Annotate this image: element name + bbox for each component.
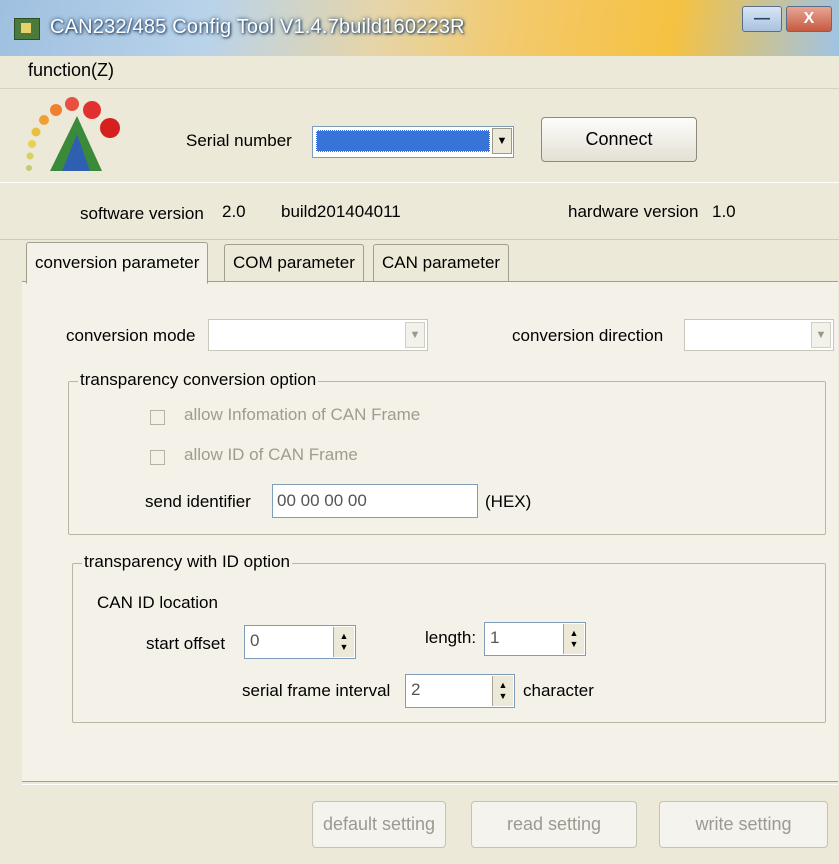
conversion-mode-label: conversion mode bbox=[66, 326, 196, 345]
serial-number-select[interactable]: ▼ bbox=[312, 126, 514, 158]
hardware-version-label: hardware version bbox=[568, 202, 699, 221]
software-build-value: build201404011 bbox=[281, 202, 401, 221]
tab-com-parameter[interactable]: COM parameter bbox=[224, 244, 364, 281]
send-identifier-input[interactable]: 00 00 00 00 bbox=[272, 484, 478, 518]
serial-number-selection bbox=[316, 130, 490, 152]
start-offset-value: 0 bbox=[250, 631, 260, 650]
conversion-mode-select[interactable]: ▼ bbox=[208, 319, 428, 351]
tab-conversion-parameter[interactable]: conversion parameter bbox=[26, 242, 209, 284]
chevron-down-icon[interactable]: ▼ bbox=[492, 128, 512, 154]
serial-frame-interval-label: serial frame interval bbox=[242, 681, 391, 700]
chevron-down-icon[interactable]: ▼ bbox=[405, 322, 425, 348]
serial-frame-interval-value: 2 bbox=[411, 680, 421, 699]
allow-info-label: allow Infomation of CAN Frame bbox=[184, 405, 421, 424]
length-label: length: bbox=[425, 628, 477, 647]
software-version-value: 2.0 bbox=[222, 202, 246, 221]
character-label: character bbox=[523, 681, 594, 700]
logo-icon bbox=[26, 97, 120, 171]
length-value: 1 bbox=[490, 628, 500, 647]
app-icon bbox=[14, 18, 40, 40]
start-offset-label: start offset bbox=[146, 634, 226, 653]
conversion-direction-select[interactable]: ▼ bbox=[684, 319, 834, 351]
transparency-conversion-title: transparency conversion option bbox=[78, 370, 319, 390]
spin-arrows-icon[interactable]: ▲ ▼ bbox=[333, 627, 354, 657]
chevron-down-icon[interactable]: ▼ bbox=[811, 322, 831, 348]
spin-arrows-icon[interactable]: ▲ ▼ bbox=[563, 624, 584, 654]
default-setting-button[interactable]: default setting bbox=[312, 801, 446, 848]
menu-function[interactable]: function(Z) bbox=[28, 60, 114, 81]
spin-arrows-icon[interactable]: ▲ ▼ bbox=[492, 676, 513, 706]
read-setting-button[interactable]: read setting bbox=[471, 801, 637, 848]
serial-frame-interval-stepper[interactable]: 2 ▲ ▼ bbox=[405, 674, 515, 708]
allow-id-checkbox[interactable] bbox=[150, 450, 165, 465]
serial-number-label: Serial number bbox=[186, 131, 292, 150]
transparency-with-id-title: transparency with ID option bbox=[82, 552, 292, 572]
conversion-direction-label: conversion direction bbox=[512, 326, 664, 345]
hex-label: (HEX) bbox=[485, 492, 532, 511]
footer-divider bbox=[22, 781, 838, 785]
allow-id-label: allow ID of CAN Frame bbox=[184, 445, 358, 464]
allow-info-checkbox[interactable] bbox=[150, 410, 165, 425]
window-title: CAN232/485 Config Tool V1.4.7build160223… bbox=[50, 16, 465, 38]
connect-button[interactable]: Connect bbox=[541, 117, 697, 162]
software-version-label: software version bbox=[80, 204, 204, 223]
write-setting-button[interactable]: write setting bbox=[659, 801, 828, 848]
send-identifier-label: send identifier bbox=[145, 492, 251, 511]
can-id-location-label: CAN ID location bbox=[97, 593, 218, 612]
minimize-button[interactable]: — bbox=[742, 6, 782, 32]
hardware-version-value: 1.0 bbox=[712, 202, 736, 221]
tab-can-parameter[interactable]: CAN parameter bbox=[373, 244, 510, 281]
close-button[interactable]: X bbox=[786, 6, 832, 32]
menu-bar bbox=[0, 56, 839, 89]
length-stepper[interactable]: 1 ▲ ▼ bbox=[484, 622, 586, 656]
start-offset-stepper[interactable]: 0 ▲ ▼ bbox=[244, 625, 356, 659]
